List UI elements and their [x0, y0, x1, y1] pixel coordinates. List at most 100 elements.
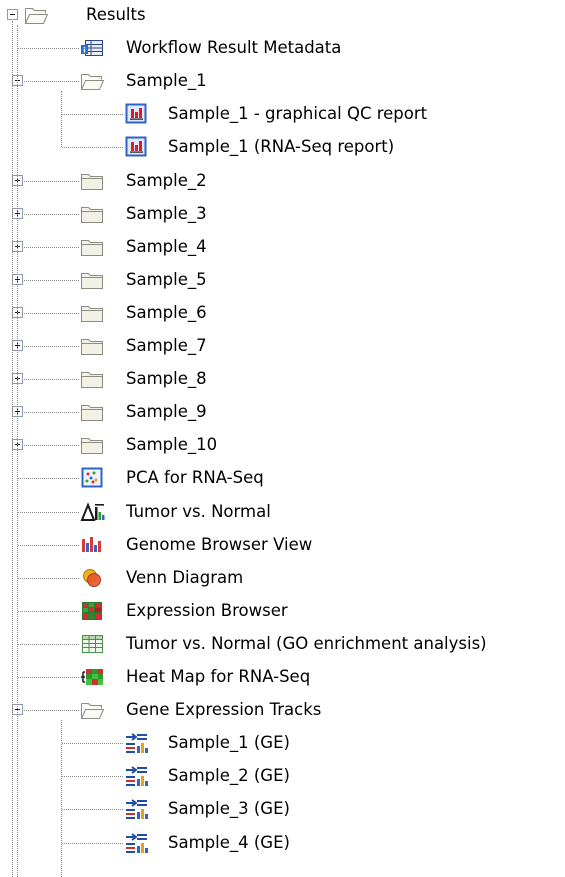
- genome-browser-icon: [80, 534, 105, 556]
- tree-connector: [18, 577, 79, 579]
- heat-map-icon: [80, 666, 105, 688]
- folder-closed-icon: [80, 401, 105, 423]
- tree-node-label: Sample_1 (RNA-Seq report): [168, 137, 395, 157]
- tree-node[interactable]: Tumor vs. Normal (GO enrichment analysis…: [0, 628, 565, 661]
- tree-node-label: Sample_8: [126, 369, 207, 389]
- tree-connector: [18, 180, 79, 182]
- table-icon: [80, 633, 105, 655]
- tree-folder-node[interactable]: Sample_4: [0, 231, 565, 264]
- tree-node-label: Gene Expression Tracks: [126, 700, 322, 720]
- tree-connector: [62, 147, 123, 149]
- tree-connector: [62, 114, 123, 116]
- tree-guide-line-depth2: [61, 91, 62, 148]
- tree-node[interactable]: Sample_3 (GE): [0, 793, 565, 826]
- tree-root-results[interactable]: Results: [0, 0, 565, 32]
- tree-folder-node[interactable]: Sample_1: [0, 65, 565, 98]
- tree-folder-node[interactable]: Sample_8: [0, 363, 565, 396]
- folder-open-icon: [80, 70, 105, 92]
- tree-node-label: Sample_3: [126, 203, 207, 223]
- tree-node-label: Sample_7: [126, 336, 207, 355]
- tree-node-label: Workflow Result Metadata: [126, 38, 342, 58]
- expression-track-icon: [124, 732, 149, 754]
- statistics-icon: [80, 501, 105, 523]
- tree-connector: [18, 412, 79, 414]
- tree-node[interactable]: Heat Map for RNA-Seq: [0, 661, 565, 694]
- svg-text:i: i: [83, 47, 85, 55]
- pca-plot-icon: [80, 467, 105, 489]
- tree-node-label: Sample_2 (GE): [168, 766, 290, 786]
- folder-closed-icon: [80, 302, 105, 324]
- tree-guide-line-root: [12, 21, 13, 877]
- tree-node[interactable]: Tumor vs. Normal: [0, 496, 565, 529]
- expression-browser-icon: [80, 600, 105, 622]
- tree-folder-node[interactable]: Sample_7: [0, 330, 565, 363]
- tree-node-label: PCA for RNA-Seq: [126, 468, 264, 488]
- tree-folder-node[interactable]: Sample_5: [0, 264, 565, 297]
- tree-connector: [18, 677, 79, 678]
- tree-connector: [18, 544, 79, 546]
- folder-closed-icon: [80, 335, 105, 357]
- tree-connector: [18, 478, 79, 480]
- tree-connector: [18, 312, 79, 314]
- report-icon: [124, 103, 149, 125]
- tree-folder-node[interactable]: Gene Expression Tracks: [0, 694, 565, 727]
- tree-node[interactable]: Venn Diagram: [0, 562, 565, 595]
- folder-open-icon: [80, 699, 105, 721]
- tree-folder-node[interactable]: Sample_2: [0, 165, 565, 198]
- tree-node[interactable]: Genome Browser View: [0, 529, 565, 562]
- folder-closed-icon: [80, 236, 105, 258]
- tree-node-label: Tumor vs. Normal: [126, 501, 271, 521]
- tree-node-label: Sample_3 (GE): [168, 799, 290, 819]
- tree-node[interactable]: Sample_1 (GE): [0, 727, 565, 760]
- tree-connector: [18, 279, 79, 281]
- tree-node-label: Expression Browser: [126, 600, 288, 620]
- tree-folder-node[interactable]: Sample_10: [0, 429, 565, 462]
- tree-connector: [18, 610, 79, 612]
- tree-connector: [18, 48, 79, 50]
- tree-connector: [18, 346, 79, 347]
- expression-track-icon: [124, 765, 149, 787]
- collapse-toggle-icon[interactable]: [7, 9, 18, 20]
- tree-node-label: Results: [86, 5, 146, 24]
- tree-node-label: Sample_2: [126, 170, 207, 190]
- tree-connector: [18, 379, 79, 381]
- tree-node[interactable]: Sample_1 - graphical QC report: [0, 98, 565, 131]
- folder-closed-icon: [80, 368, 105, 390]
- results-tree[interactable]: Results i Workflow Result Metadata Sampl…: [0, 0, 565, 877]
- tree-connector: [18, 710, 79, 712]
- tree-guide-line-depth1: [17, 25, 18, 877]
- tree-connector: [18, 246, 79, 248]
- folder-closed-icon: [80, 203, 105, 225]
- tree-node-label: Venn Diagram: [126, 567, 244, 587]
- tree-node-label: Sample_4 (GE): [168, 832, 290, 852]
- metadata-table-icon: i: [80, 37, 105, 59]
- folder-open-icon: [24, 4, 49, 26]
- tree-node[interactable]: PCA for RNA-Seq: [0, 462, 565, 495]
- tree-node[interactable]: Sample_2 (GE): [0, 760, 565, 793]
- folder-closed-icon: [80, 269, 105, 291]
- tree-node-label: Genome Browser View: [126, 534, 313, 554]
- tree-folder-node[interactable]: Sample_9: [0, 396, 565, 429]
- expression-track-icon: [124, 832, 149, 854]
- tree-node[interactable]: Expression Browser: [0, 595, 565, 628]
- tree-node-label: Sample_5: [126, 269, 207, 289]
- tree-node[interactable]: Sample_4 (GE): [0, 827, 565, 860]
- tree-node-label: Sample_10: [126, 435, 218, 455]
- tree-node-label: Sample_9: [126, 402, 207, 422]
- tree-folder-node[interactable]: Sample_3: [0, 198, 565, 231]
- tree-connector: [62, 842, 123, 844]
- tree-connector: [18, 643, 79, 645]
- tree-node-label: Sample_6: [126, 302, 207, 322]
- tree-guide-line-depth2: [61, 720, 62, 877]
- tree-node-label: Heat Map for RNA-Seq: [126, 667, 311, 686]
- tree-connector: [18, 81, 79, 83]
- tree-node[interactable]: i Workflow Result Metadata: [0, 32, 565, 65]
- tree-folder-node[interactable]: Sample_6: [0, 297, 565, 330]
- report-icon: [124, 136, 149, 158]
- folder-closed-icon: [80, 170, 105, 192]
- tree-node[interactable]: Sample_1 (RNA-Seq report): [0, 131, 565, 164]
- tree-connector: [18, 445, 79, 447]
- tree-node-label: Sample_4: [126, 236, 207, 256]
- tree-connector: [18, 511, 79, 513]
- tree-node-label: Tumor vs. Normal (GO enrichment analysis…: [126, 633, 487, 653]
